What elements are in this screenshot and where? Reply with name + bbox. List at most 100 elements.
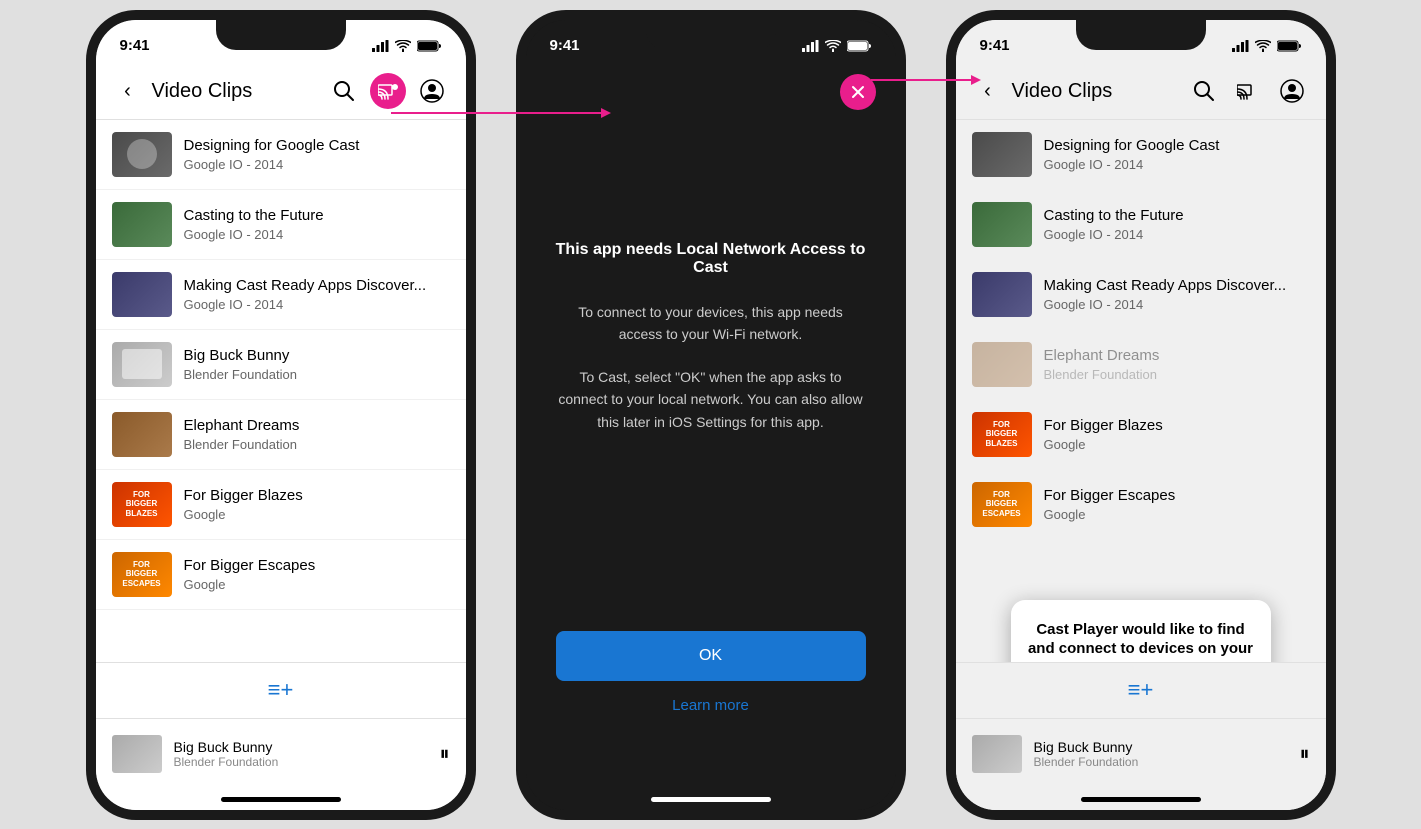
list-item[interactable]: Designing for Google Cast Google IO - 20…: [96, 120, 466, 190]
video-subtitle: Google IO - 2014: [1044, 157, 1310, 172]
phone3-back-button[interactable]: ‹: [972, 75, 1004, 107]
phone3-profile-button[interactable]: [1274, 73, 1310, 109]
list-item[interactable]: Big Buck Bunny Blender Foundation: [96, 330, 466, 400]
video-subtitle: Blender Foundation: [184, 367, 450, 382]
scene: 9:41: [0, 0, 1421, 829]
phone3-now-playing[interactable]: Big Buck Bunny Blender Foundation ⏸: [956, 718, 1326, 790]
list-item[interactable]: FORBIGGERESCAPES For Bigger Escapes Goog…: [96, 540, 466, 610]
profile-icon: [420, 79, 444, 103]
phone3-app-bar-actions: [1186, 73, 1310, 109]
phone2: 9:41: [516, 10, 906, 820]
phone1-profile-button[interactable]: [414, 73, 450, 109]
phone1-notch: [216, 20, 346, 50]
thumb-text: FORBIGGERESCAPES: [982, 490, 1020, 519]
home-bar: [1081, 797, 1201, 802]
phone1-home-indicator: [96, 790, 466, 810]
video-thumbnail: [972, 202, 1032, 247]
phone1-video-list[interactable]: Designing for Google Cast Google IO - 20…: [96, 120, 466, 662]
phone1-status-icons: [372, 40, 442, 52]
list-item[interactable]: Elephant Dreams Blender Foundation: [96, 400, 466, 470]
close-icon: [851, 85, 865, 99]
phone1-wrapper: 9:41: [86, 10, 476, 820]
dialog-body2: To Cast, select "OK" when the app asks t…: [556, 366, 866, 433]
video-info: For Bigger Blazes Google: [184, 486, 450, 523]
video-subtitle: Google IO - 2014: [184, 297, 450, 312]
list-item[interactable]: Designing for Google Cast Google IO - 20…: [956, 120, 1326, 190]
list-item[interactable]: Casting to the Future Google IO - 2014: [96, 190, 466, 260]
cast-icon: [1237, 82, 1259, 100]
dialog-ok-button[interactable]: OK: [556, 631, 866, 681]
video-thumbnail: [972, 342, 1032, 387]
thumb-text: FORBIGGERBLAZES: [986, 420, 1018, 449]
battery-icon: [1277, 40, 1302, 52]
list-item[interactable]: FORBIGGERBLAZES For Bigger Blazes Google: [956, 400, 1326, 470]
wifi-icon: [825, 40, 841, 52]
search-icon: [1193, 80, 1215, 102]
video-subtitle: Google: [184, 507, 450, 522]
video-info: Casting to the Future Google IO - 2014: [184, 206, 450, 243]
home-bar: [651, 797, 771, 802]
video-thumbnail: FORBIGGERESCAPES: [972, 482, 1032, 527]
now-playing-info: Big Buck Bunny Blender Foundation: [1034, 739, 1288, 769]
pause-button[interactable]: ⏸: [1300, 743, 1310, 766]
video-info: For Bigger Blazes Google: [1044, 416, 1310, 453]
phone3-home-indicator: [956, 790, 1326, 810]
phone3-screen: 9:41: [956, 20, 1326, 810]
list-item[interactable]: FORBIGGERBLAZES For Bigger Blazes Google: [96, 470, 466, 540]
now-playing-thumbnail: [112, 735, 162, 773]
video-title: Making Cast Ready Apps Discover...: [1044, 276, 1310, 296]
video-subtitle: Google: [1044, 507, 1310, 522]
list-item[interactable]: Making Cast Ready Apps Discover... Googl…: [956, 260, 1326, 330]
video-thumbnail: FORBIGGERESCAPES: [112, 552, 172, 597]
wifi-icon: [395, 40, 411, 52]
signal-icon: [1232, 40, 1249, 52]
phone3: 9:41: [946, 10, 1336, 820]
list-item[interactable]: Making Cast Ready Apps Discover... Googl…: [96, 260, 466, 330]
phone2-time: 9:41: [550, 37, 580, 54]
now-playing-thumbnail: [972, 735, 1022, 773]
video-thumbnail: FORBIGGERBLAZES: [972, 412, 1032, 457]
video-title: Elephant Dreams: [184, 416, 450, 436]
phone3-bottom-bar: ≡+: [956, 662, 1326, 718]
phone3-title: Video Clips: [1012, 80, 1186, 103]
phone3-dialog-area: Elephant Dreams Blender Foundation Cast …: [956, 330, 1326, 400]
phones-wrapper: 9:41: [86, 10, 1336, 820]
dialog-close-button[interactable]: [840, 74, 876, 110]
phone3-video-list[interactable]: Designing for Google Cast Google IO - 20…: [956, 120, 1326, 662]
list-item: Elephant Dreams Blender Foundation: [956, 330, 1326, 400]
video-info: Big Buck Bunny Blender Foundation: [184, 346, 450, 383]
pause-button[interactable]: ⏸: [440, 743, 450, 766]
video-title: Making Cast Ready Apps Discover...: [184, 276, 450, 296]
phone3-cast-button[interactable]: [1230, 73, 1266, 109]
phone2-wrapper: 9:41: [516, 10, 906, 820]
phone1-time: 9:41: [120, 37, 150, 54]
playlist-add-button[interactable]: ≡+: [1128, 677, 1154, 703]
dialog-ok-label: OK: [699, 647, 722, 665]
phone1-cast-button[interactable]: [370, 73, 406, 109]
battery-icon: [417, 40, 442, 52]
now-playing-subtitle: Blender Foundation: [1034, 755, 1288, 769]
video-subtitle: Blender Foundation: [1044, 367, 1310, 382]
list-item[interactable]: Casting to the Future Google IO - 2014: [956, 190, 1326, 260]
video-subtitle: Blender Foundation: [184, 437, 450, 452]
learn-more-label: Learn more: [672, 697, 749, 714]
dialog-body1: To connect to your devices, this app nee…: [556, 301, 866, 346]
phone1-back-button[interactable]: ‹: [112, 75, 144, 107]
video-title: Big Buck Bunny: [184, 346, 450, 366]
phone1-now-playing[interactable]: Big Buck Bunny Blender Foundation ⏸: [96, 718, 466, 790]
phone3-app-bar: ‹ Video Clips: [956, 64, 1326, 120]
video-thumbnail: [972, 272, 1032, 317]
video-thumbnail: [112, 272, 172, 317]
sys-dialog-title: Cast Player would like to find and conne…: [1027, 620, 1255, 662]
list-item[interactable]: FORBIGGERESCAPES For Bigger Escapes Goog…: [956, 470, 1326, 540]
video-info: Making Cast Ready Apps Discover... Googl…: [1044, 276, 1310, 313]
video-title: Designing for Google Cast: [184, 136, 450, 156]
phone1-app-bar: ‹ Video Clips: [96, 64, 466, 120]
phone3-search-button[interactable]: [1186, 73, 1222, 109]
playlist-add-button[interactable]: ≡+: [268, 677, 294, 703]
dialog-learn-more-button[interactable]: Learn more: [556, 681, 866, 730]
phone1-title: Video Clips: [152, 80, 326, 103]
phone1-search-button[interactable]: [326, 73, 362, 109]
phone1: 9:41: [86, 10, 476, 820]
video-subtitle: Google IO - 2014: [1044, 227, 1310, 242]
